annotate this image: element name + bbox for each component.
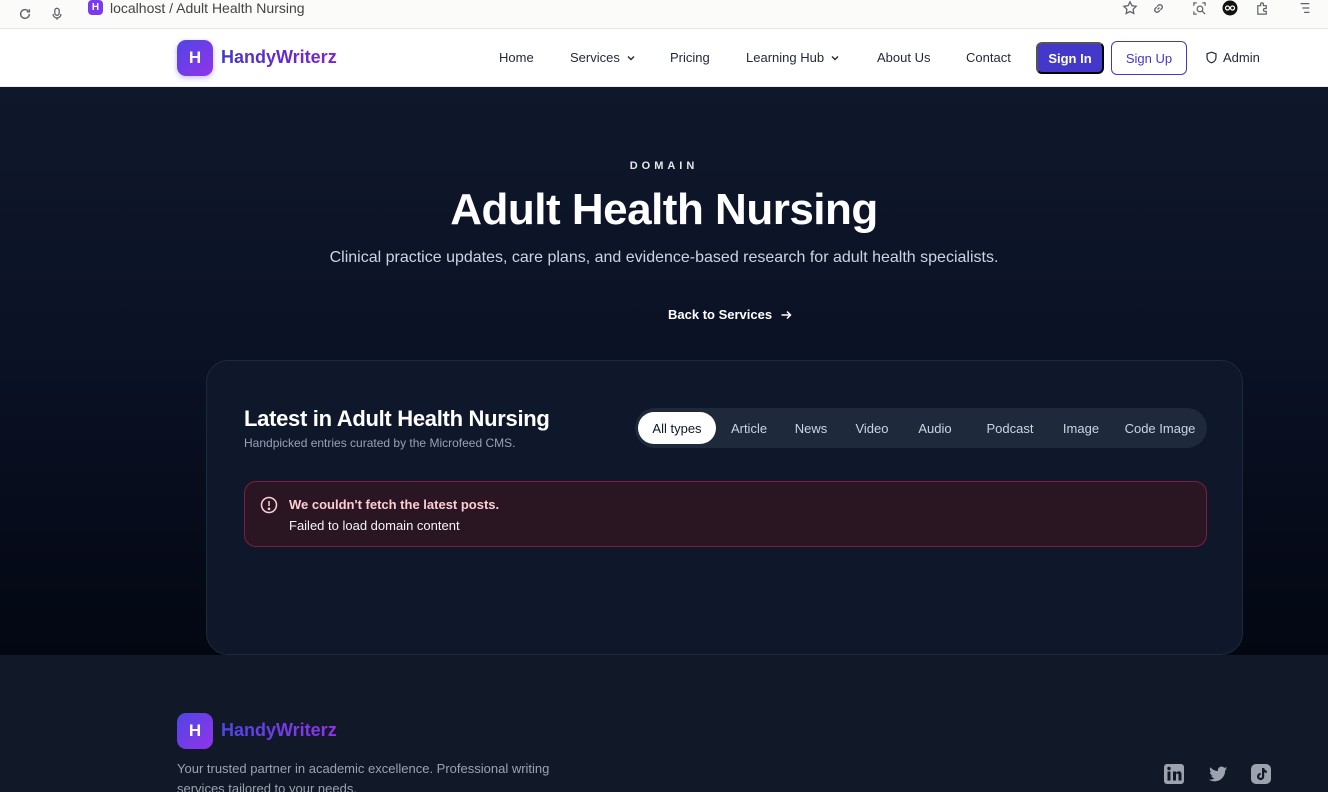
bookmark-star-icon[interactable] (1122, 0, 1138, 16)
type-filter-group: All types Article News Video Audio Podca… (635, 408, 1207, 448)
error-alert: We couldn't fetch the latest posts. Fail… (244, 481, 1207, 547)
linkedin-icon[interactable] (1163, 763, 1185, 785)
arrow-right-icon (781, 310, 792, 319)
alert-circle-icon (260, 496, 278, 514)
site-favicon: H (88, 0, 103, 15)
extension-glasses-icon[interactable] (1222, 0, 1238, 16)
filter-code-image[interactable]: Code Image (1113, 412, 1207, 444)
filter-all-types[interactable]: All types (638, 412, 716, 444)
page-title: Adult Health Nursing (450, 185, 878, 234)
hero-eyebrow: DOMAIN (629, 160, 699, 172)
shield-icon (1206, 51, 1217, 64)
footer-logo-mark[interactable]: H (177, 713, 213, 749)
footer-brand-name[interactable]: HandyWriterz (221, 720, 337, 741)
nav-link-home[interactable]: Home (499, 50, 534, 65)
hero-subtitle: Clinical practice updates, care plans, a… (329, 249, 999, 266)
back-to-services-link[interactable]: Back to Services (668, 307, 792, 322)
error-title: We couldn't fetch the latest posts. (289, 497, 500, 512)
content-subtitle: Handpicked entries curated by the Microf… (244, 436, 516, 450)
chevron-down-icon (627, 55, 635, 60)
back-link-label: Back to Services (668, 307, 773, 322)
nav-label: Contact (966, 50, 1011, 65)
menu-lines-icon[interactable] (1297, 0, 1313, 16)
reload-icon[interactable] (17, 6, 33, 22)
site-footer: H HandyWriterz Your trusted partner in a… (0, 655, 1328, 792)
filter-video[interactable]: Video (845, 412, 899, 444)
nav-link-pricing[interactable]: Pricing (670, 50, 710, 65)
nav-label: Pricing (670, 50, 710, 65)
admin-link[interactable]: Admin (1205, 50, 1260, 65)
address-bar-text[interactable]: localhost / Adult Health Nursing (110, 0, 305, 17)
filter-article[interactable]: Article (720, 412, 778, 444)
nav-link-services[interactable]: Services (570, 50, 636, 65)
page-search-icon[interactable] (1191, 0, 1207, 16)
nav-label: Home (499, 50, 534, 65)
filter-image[interactable]: Image (1053, 412, 1109, 444)
footer-description: Your trusted partner in academic excelle… (177, 761, 550, 792)
nav-label: Services (570, 50, 620, 65)
error-message: Failed to load domain content (289, 518, 460, 533)
filter-news[interactable]: News (787, 412, 835, 444)
nav-label: About Us (877, 50, 931, 65)
extensions-puzzle-icon[interactable] (1254, 0, 1270, 16)
twitter-icon[interactable] (1207, 763, 1229, 785)
filter-audio[interactable]: Audio (907, 412, 963, 444)
link-icon[interactable] (1150, 0, 1166, 16)
content-title: Latest in Adult Health Nursing (244, 406, 550, 431)
nav-link-contact[interactable]: Contact (966, 50, 1011, 65)
logo-mark[interactable]: H (177, 40, 213, 76)
sign-up-button[interactable]: Sign Up (1111, 41, 1187, 75)
site-header: H HandyWriterz Home Services Pricing Lea… (0, 29, 1328, 87)
nav-link-about-us[interactable]: About Us (877, 50, 930, 65)
brand-name[interactable]: HandyWriterz (221, 47, 337, 68)
sign-in-button[interactable]: Sign In (1036, 42, 1104, 74)
microphone-icon[interactable] (49, 6, 65, 22)
nav-label: Learning Hub (746, 50, 825, 65)
chevron-down-icon (831, 55, 839, 60)
browser-toolbar: H localhost / Adult Health Nursing (0, 0, 1328, 29)
filter-podcast[interactable]: Podcast (971, 412, 1049, 444)
tiktok-icon[interactable] (1250, 763, 1272, 785)
nav-link-learning-hub[interactable]: Learning Hub (746, 50, 840, 65)
content-card: Latest in Adult Health Nursing Handpicke… (206, 360, 1243, 655)
hero-section: DOMAIN Adult Health Nursing Clinical pra… (0, 87, 1328, 655)
admin-label: Admin (1223, 50, 1260, 65)
